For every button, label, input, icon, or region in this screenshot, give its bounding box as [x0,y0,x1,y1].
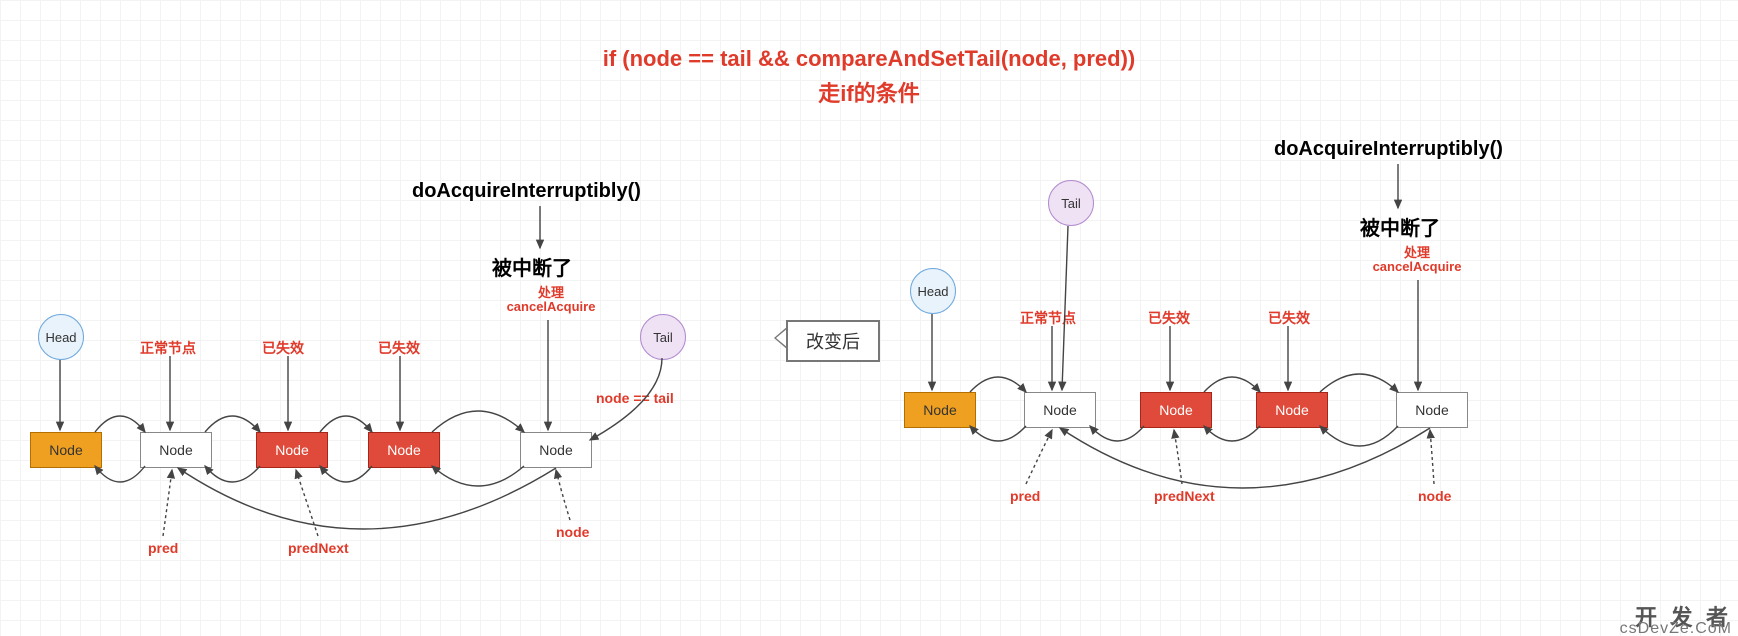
right-method-call: doAcquireInterruptibly() [1274,138,1503,161]
left-node-1: Node [30,432,102,468]
right-ptr-pred: pred [1010,488,1040,504]
left-node-2: Node [140,432,212,468]
left-label-invalid-1: 已失效 [262,338,304,358]
left-node-3: Node [256,432,328,468]
left-tail-circle: Tail [640,314,686,360]
right-label-invalid-1: 已失效 [1148,308,1190,328]
right-tail-circle: Tail [1048,180,1094,226]
right-head-circle: Head [910,268,956,314]
right-interrupted: 被中断了 [1360,212,1440,241]
left-node-4: Node [368,432,440,468]
right-node-2: Node [1024,392,1096,428]
left-ptr-node: node [556,524,589,540]
right-node-4: Node [1256,392,1328,428]
left-ptr-pred: pred [148,540,178,556]
left-ptr-prednext: predNext [288,540,349,556]
right-cancel: 处理cancelAcquire [1372,246,1462,275]
title-line-2: 走if的条件 [0,76,1738,108]
right-label-normal: 正常节点 [1020,308,1076,328]
right-ptr-node: node [1418,488,1451,504]
right-node-5: Node [1396,392,1468,428]
left-node-5: Node [520,432,592,468]
left-head-circle: Head [38,314,84,360]
title-line-1: if (node == tail && compareAndSetTail(no… [0,46,1738,72]
left-cancel: 处理cancelAcquire [506,286,596,315]
right-node-3: Node [1140,392,1212,428]
right-ptr-prednext: predNext [1154,488,1215,504]
left-label-normal: 正常节点 [140,338,196,358]
right-label-invalid-2: 已失效 [1268,308,1310,328]
watermark-sub: csDevZe.CoM [1620,620,1732,636]
left-label-node-eq-tail: node == tail [596,390,674,406]
change-after-box: 改变后 [786,320,880,362]
left-interrupted: 被中断了 [492,252,572,281]
left-method-call: doAcquireInterruptibly() [412,180,641,203]
left-label-invalid-2: 已失效 [378,338,420,358]
right-node-1: Node [904,392,976,428]
